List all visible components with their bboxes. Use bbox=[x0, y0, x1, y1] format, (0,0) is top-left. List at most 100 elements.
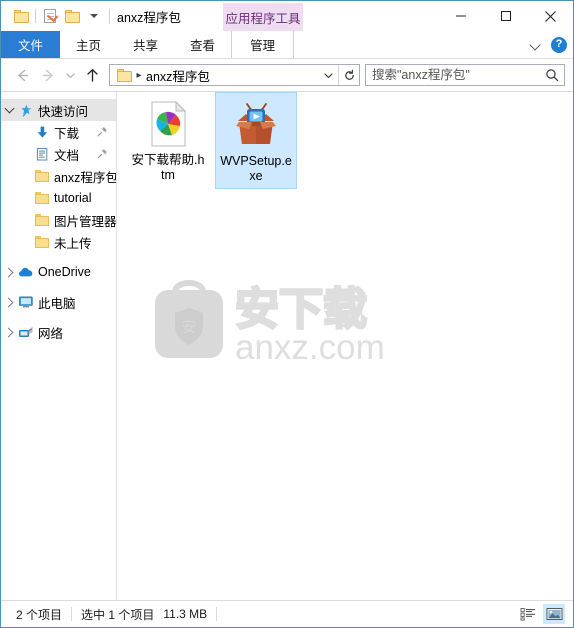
expander-placeholder bbox=[17, 209, 33, 231]
sidebar-item-label: tutorial bbox=[54, 191, 92, 205]
title-bar: anxz程序包 应用程序工具 bbox=[1, 1, 573, 31]
selection-text: 选中 1 个项目 bbox=[81, 607, 155, 622]
watermark-url-text: anxz.com bbox=[235, 328, 385, 367]
sidebar-item-image-manager[interactable]: 图片管理器 bbox=[1, 209, 116, 231]
ribbon-tab-bar: 文件 主页 共享 查看 管理 ? bbox=[1, 31, 573, 59]
sidebar-item-label: 网络 bbox=[38, 326, 64, 341]
sidebar-item-label: 未上传 bbox=[54, 236, 92, 251]
sidebar-item-network[interactable]: 网络 bbox=[1, 321, 116, 343]
minimize-button[interactable] bbox=[438, 1, 483, 31]
expander-placeholder bbox=[17, 165, 33, 187]
new-folder-icon[interactable] bbox=[61, 5, 83, 27]
chevron-right-icon[interactable] bbox=[1, 321, 17, 343]
navigation-pane: 快速访问 下载 文档 anxz程序包 tutorial 图片管理器 未上传 On… bbox=[1, 92, 117, 600]
watermark: 安 安下载 anxz.com bbox=[149, 262, 399, 372]
back-button[interactable] bbox=[9, 62, 35, 88]
window-title: anxz程序包 bbox=[117, 10, 181, 25]
expander-placeholder bbox=[17, 121, 33, 143]
chevron-right-icon[interactable] bbox=[1, 291, 17, 313]
tab-file[interactable]: 文件 bbox=[1, 31, 61, 58]
breadcrumb-folder-icon bbox=[117, 68, 132, 82]
address-bar[interactable]: ▸ anxz程序包 bbox=[109, 64, 360, 86]
pin-icon[interactable] bbox=[97, 126, 108, 140]
address-dropdown-button[interactable] bbox=[318, 65, 338, 85]
chevron-down-icon[interactable] bbox=[530, 39, 542, 51]
sidebar-item-onedrive[interactable]: OneDrive bbox=[1, 261, 116, 283]
onedrive-cloud-icon bbox=[17, 263, 35, 281]
sidebar-item-label: 图片管理器 bbox=[54, 214, 116, 229]
folder-icon[interactable] bbox=[10, 5, 32, 27]
help-icon[interactable]: ? bbox=[551, 36, 567, 53]
contextual-tab-group-label: 应用程序工具 bbox=[225, 11, 301, 26]
up-button[interactable] bbox=[79, 62, 105, 88]
html-document-pinwheel-icon bbox=[144, 100, 192, 148]
this-pc-monitor-icon bbox=[17, 293, 35, 311]
forward-button[interactable] bbox=[35, 62, 61, 88]
recent-locations-button[interactable] bbox=[61, 62, 79, 88]
search-icon[interactable] bbox=[540, 65, 564, 85]
sidebar-item-not-uploaded[interactable]: 未上传 bbox=[1, 231, 116, 253]
status-divider bbox=[216, 607, 218, 621]
tab-manage[interactable]: 管理 bbox=[231, 31, 295, 58]
breadcrumb-separator-icon: ▸ bbox=[136, 69, 142, 81]
file-name: WVPSetup.exe bbox=[220, 154, 292, 183]
close-button[interactable] bbox=[528, 1, 573, 31]
list-item[interactable]: WVPSetup.exe bbox=[215, 92, 297, 189]
sidebar-item-tutorial[interactable]: tutorial bbox=[1, 187, 116, 209]
folder-icon bbox=[33, 167, 51, 185]
toolbar-divider bbox=[35, 9, 36, 23]
sidebar-item-label: OneDrive bbox=[38, 265, 91, 279]
expander-placeholder bbox=[17, 231, 33, 253]
quick-access-toolbar: anxz程序包 bbox=[1, 1, 181, 31]
chevron-down-icon[interactable] bbox=[1, 99, 17, 121]
view-buttons bbox=[517, 601, 565, 627]
status-bar: 2 个项目 选中 1 个项目 11.3 MB bbox=[1, 600, 573, 627]
watermark-cn-text: 安下载 bbox=[235, 285, 367, 334]
sidebar-item-anxz-package[interactable]: anxz程序包 bbox=[1, 165, 116, 187]
contextual-tab-group-header: 应用程序工具 bbox=[223, 3, 303, 31]
address-bar-row: ▸ anxz程序包 bbox=[1, 59, 573, 91]
svg-text:安: 安 bbox=[181, 319, 196, 336]
file-grid: 安下载帮助.htm WVPSetup.exe bbox=[127, 92, 297, 189]
search-input[interactable] bbox=[366, 67, 540, 83]
sidebar-item-this-pc[interactable]: 此电脑 bbox=[1, 291, 116, 313]
sidebar-item-documents[interactable]: 文档 bbox=[1, 143, 116, 165]
download-arrow-icon bbox=[33, 123, 51, 141]
file-name: 安下载帮助.htm bbox=[131, 153, 205, 182]
breadcrumb[interactable]: ▸ anxz程序包 bbox=[110, 66, 318, 85]
selection-size-text: 11.3 MB bbox=[163, 607, 208, 621]
customize-caret-icon[interactable] bbox=[83, 5, 105, 27]
sidebar-item-label: 此电脑 bbox=[38, 296, 76, 311]
refresh-button[interactable] bbox=[339, 65, 359, 85]
tab-share[interactable]: 共享 bbox=[117, 31, 174, 58]
tab-home[interactable]: 主页 bbox=[60, 31, 117, 58]
expander-placeholder bbox=[17, 187, 33, 209]
tab-view[interactable]: 查看 bbox=[174, 31, 231, 58]
sidebar-item-label: 下载 bbox=[54, 126, 80, 141]
large-icons-view-button[interactable] bbox=[543, 604, 565, 624]
sidebar-item-label: anxz程序包 bbox=[54, 170, 116, 185]
pin-icon[interactable] bbox=[97, 148, 108, 162]
network-icon bbox=[17, 323, 35, 341]
expander-placeholder bbox=[17, 143, 33, 165]
setup-package-box-play-icon bbox=[232, 101, 280, 149]
properties-icon[interactable] bbox=[39, 5, 61, 27]
sidebar-item-label: 文档 bbox=[54, 148, 80, 163]
breadcrumb-segment[interactable]: anxz程序包 bbox=[146, 66, 210, 85]
folder-icon bbox=[33, 211, 51, 229]
documents-icon bbox=[33, 145, 51, 163]
file-explorer-window: anxz程序包 应用程序工具 文件 主页 共享 查看 管理 ? ▸ anxz程序… bbox=[0, 0, 574, 628]
file-list-pane[interactable]: 安 安下载 anxz.com 安下载帮助.htm WVPSetup.exe bbox=[117, 92, 573, 600]
maximize-button[interactable] bbox=[483, 1, 528, 31]
ribbon-right-controls: ? bbox=[530, 31, 567, 58]
sidebar-item-downloads[interactable]: 下载 bbox=[1, 121, 116, 143]
window-controls bbox=[438, 1, 573, 31]
search-box[interactable] bbox=[365, 64, 565, 86]
folder-icon bbox=[33, 233, 51, 251]
sidebar-item-quick-access[interactable]: 快速访问 bbox=[1, 99, 116, 121]
list-item[interactable]: 安下载帮助.htm bbox=[127, 92, 209, 189]
details-view-button[interactable] bbox=[517, 604, 539, 624]
explorer-content: 快速访问 下载 文档 anxz程序包 tutorial 图片管理器 未上传 On… bbox=[1, 91, 573, 600]
sidebar-item-label: 快速访问 bbox=[38, 104, 89, 119]
chevron-right-icon[interactable] bbox=[1, 261, 17, 283]
